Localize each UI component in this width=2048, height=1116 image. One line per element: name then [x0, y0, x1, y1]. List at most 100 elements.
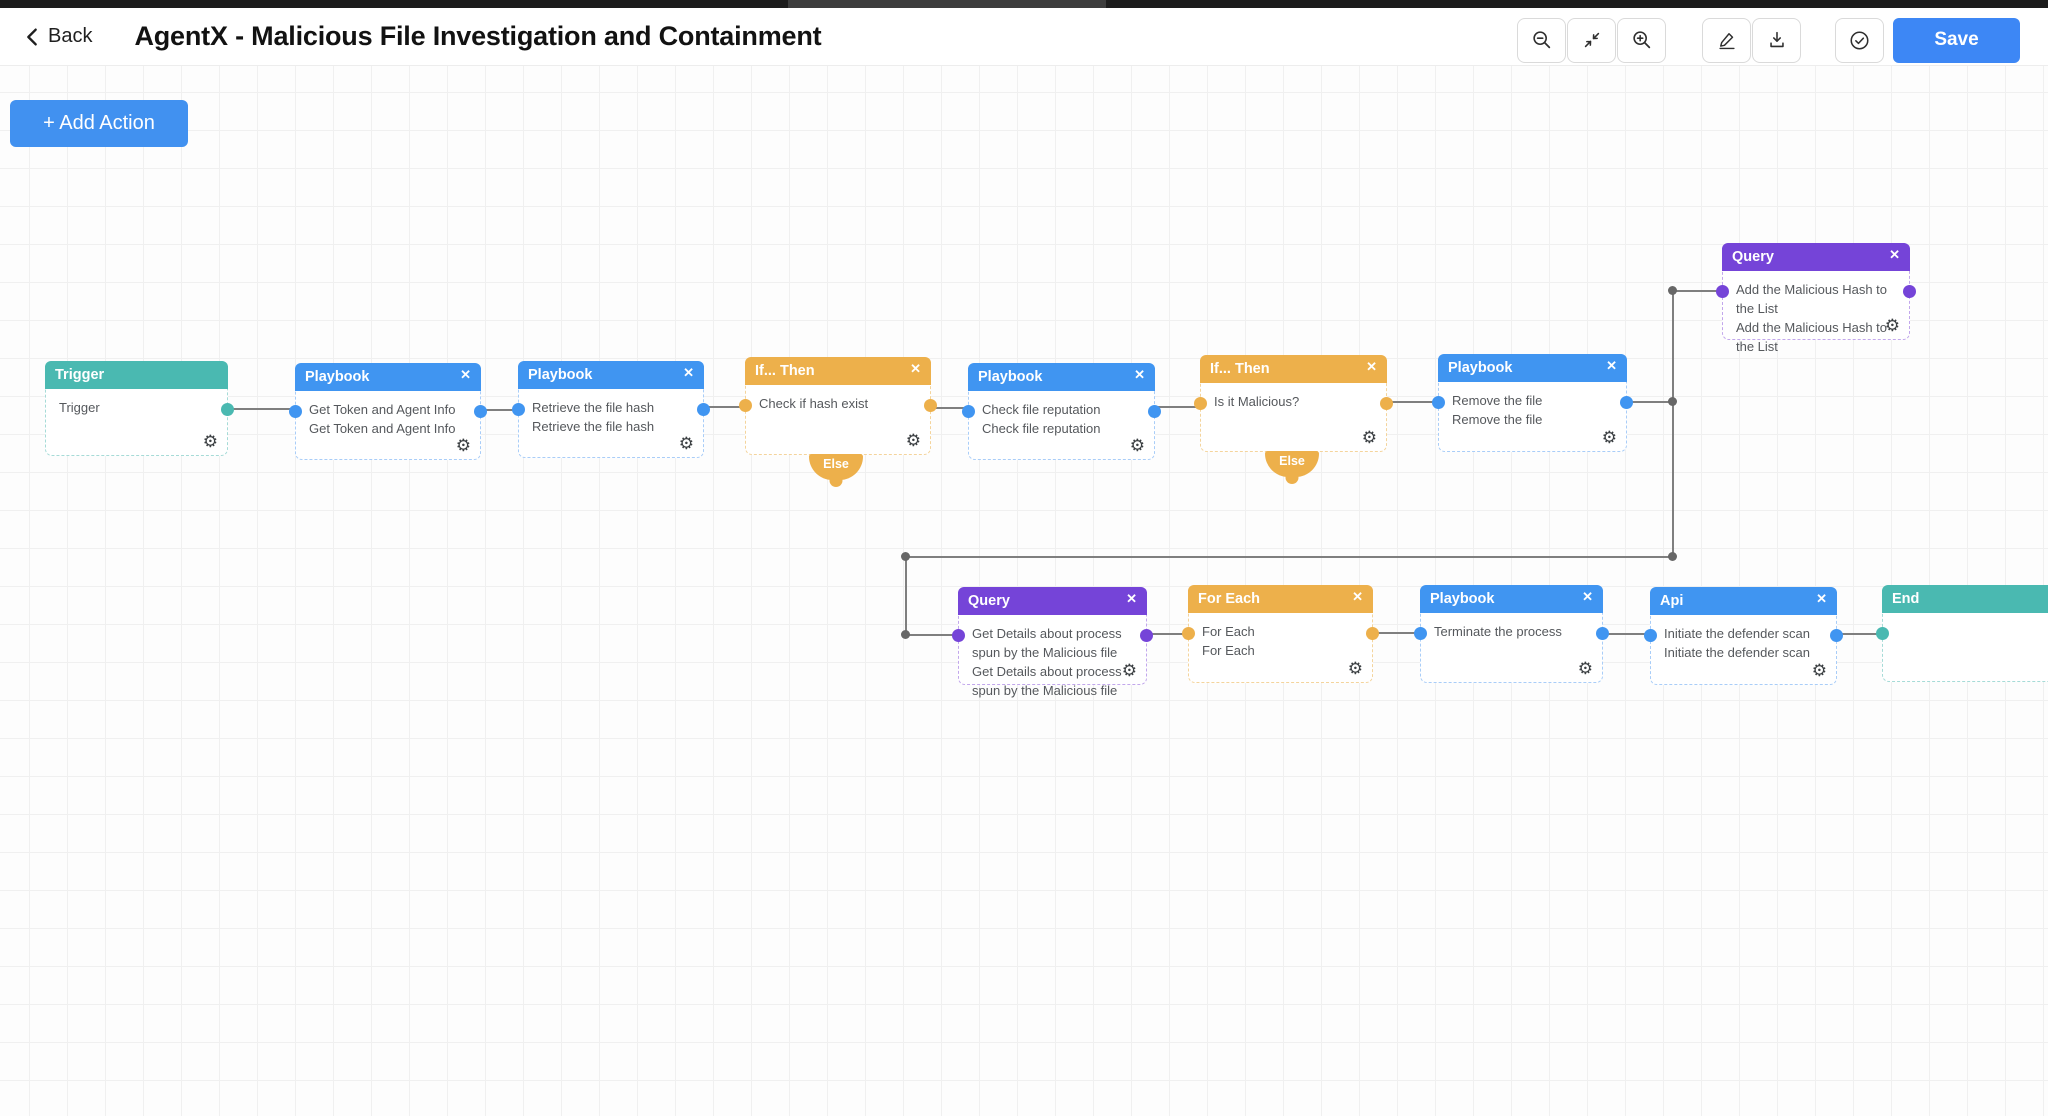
node-action-label: For Each — [1202, 642, 1359, 661]
node-header: For Each✕ — [1188, 585, 1373, 613]
output-port[interactable] — [474, 405, 487, 418]
output-port[interactable] — [1596, 627, 1609, 640]
gear-icon[interactable]: ⚙ — [906, 433, 921, 450]
node-action-label: Check if hash exist — [759, 395, 917, 414]
gear-icon[interactable]: ⚙ — [203, 434, 218, 451]
node-ifthen-is-malicious[interactable]: If... Then✕Is it Malicious?⚙Else — [1200, 355, 1387, 452]
node-foreach[interactable]: For Each✕For EachFor Each⚙ — [1188, 585, 1373, 683]
zoom-out-icon — [1531, 29, 1553, 51]
else-branch-badge[interactable]: Else — [1265, 451, 1319, 477]
node-action-label: Add the Malicious Hash to the List — [1736, 281, 1896, 319]
output-port[interactable] — [1366, 627, 1379, 640]
close-icon[interactable]: ✕ — [1134, 368, 1145, 381]
node-playbook-retrieve-hash[interactable]: Playbook✕Retrieve the file hashRetrieve … — [518, 361, 704, 458]
close-icon[interactable]: ✕ — [1366, 360, 1377, 373]
node-action-label: Get Details about process spun by the Ma… — [972, 663, 1133, 701]
gear-icon[interactable]: ⚙ — [1578, 661, 1593, 678]
node-playbook-terminate[interactable]: Playbook✕Terminate the process⚙ — [1420, 585, 1603, 683]
input-port[interactable] — [962, 405, 975, 418]
zoom-in-button[interactable] — [1617, 18, 1666, 63]
node-trigger[interactable]: TriggerTrigger⚙ — [45, 361, 228, 456]
close-icon[interactable]: ✕ — [1582, 590, 1593, 603]
node-end[interactable]: End — [1882, 585, 2048, 682]
output-port[interactable] — [1380, 397, 1393, 410]
input-port[interactable] — [289, 405, 302, 418]
gear-icon[interactable]: ⚙ — [679, 436, 694, 453]
node-playbook-get-token[interactable]: Playbook ✕ Get Token and Agent InfoGet Tok… — [295, 363, 481, 460]
connector-line — [1627, 401, 1672, 403]
close-icon[interactable]: ✕ — [683, 366, 694, 379]
output-port[interactable] — [1830, 629, 1843, 642]
check-circle-icon — [1848, 29, 1871, 52]
node-action-label: For Each — [1202, 623, 1359, 642]
input-port[interactable] — [739, 399, 752, 412]
input-port[interactable] — [1182, 627, 1195, 640]
node-query-get-details[interactable]: Query✕ Get Details about process spun by … — [958, 587, 1147, 685]
node-playbook-remove-file[interactable]: Playbook✕Remove the fileRemove the file⚙ — [1438, 354, 1627, 452]
editor-header: Back AgentX - Malicious File Investigati… — [0, 8, 2048, 66]
gear-icon[interactable]: ⚙ — [1602, 430, 1617, 447]
input-port[interactable] — [1414, 627, 1427, 640]
output-port[interactable] — [697, 403, 710, 416]
gear-icon[interactable]: ⚙ — [1362, 430, 1377, 447]
gear-icon[interactable]: ⚙ — [1348, 661, 1363, 678]
node-action-label: Get Details about process spun by the Ma… — [972, 625, 1133, 663]
node-type-label: Playbook — [305, 369, 369, 385]
export-button[interactable] — [1752, 18, 1801, 63]
close-icon[interactable]: ✕ — [1126, 592, 1137, 605]
connector-line — [1672, 290, 1722, 292]
output-port[interactable] — [924, 399, 937, 412]
close-icon[interactable]: ✕ — [1816, 592, 1827, 605]
node-action-label: Check file reputation — [982, 420, 1141, 439]
node-type-label: Query — [1732, 249, 1774, 265]
input-port[interactable] — [1194, 397, 1207, 410]
close-icon[interactable]: ✕ — [1606, 359, 1617, 372]
node-api-defender[interactable]: Api✕Initiate the defender scanInitiate t… — [1650, 587, 1837, 685]
input-port[interactable] — [1716, 285, 1729, 298]
gear-icon[interactable]: ⚙ — [456, 438, 471, 455]
close-icon[interactable]: ✕ — [460, 368, 471, 381]
node-type-label: If... Then — [1210, 361, 1270, 377]
edit-pencil-icon — [1716, 29, 1738, 51]
output-port[interactable] — [1903, 285, 1916, 298]
node-header: Trigger — [45, 361, 228, 389]
input-port[interactable] — [1876, 627, 1889, 640]
node-header: Query✕ — [958, 587, 1147, 615]
download-icon — [1766, 29, 1788, 51]
node-header: If... Then✕ — [745, 357, 931, 385]
add-action-button[interactable]: + Add Action — [10, 100, 188, 147]
else-branch-badge[interactable]: Else — [809, 454, 863, 480]
input-port[interactable] — [1432, 396, 1445, 409]
save-button[interactable]: Save — [1893, 18, 2020, 63]
input-port[interactable] — [512, 403, 525, 416]
gear-icon[interactable]: ⚙ — [1885, 318, 1900, 335]
rename-button[interactable] — [1702, 18, 1751, 63]
close-icon[interactable]: ✕ — [1352, 590, 1363, 603]
zoom-out-button[interactable] — [1517, 18, 1566, 63]
output-port[interactable] — [1620, 396, 1633, 409]
node-body: Trigger⚙ — [46, 389, 227, 456]
canvas[interactable]: + Add Action TriggerTrigger⚙ Playbook ✕ Get… — [0, 66, 2048, 1116]
node-header: Api✕ — [1650, 587, 1837, 615]
close-icon[interactable]: ✕ — [910, 362, 921, 375]
input-port[interactable] — [952, 629, 965, 642]
back-button[interactable]: Back — [22, 25, 92, 48]
node-playbook-check-reputation[interactable]: Playbook✕Check file reputationCheck file… — [968, 363, 1155, 460]
close-icon[interactable]: ✕ — [1889, 248, 1900, 261]
node-action-label: Remove the file — [1452, 411, 1613, 430]
input-port[interactable] — [1644, 629, 1657, 642]
gear-icon[interactable]: ⚙ — [1130, 438, 1145, 455]
output-port[interactable] — [221, 403, 234, 416]
fit-screen-button[interactable] — [1567, 18, 1616, 63]
node-body: Get Token and Agent InfoGet Token and Ag… — [296, 391, 480, 460]
node-ifthen-check-hash[interactable]: If... Then✕Check if hash exist⚙Else — [745, 357, 931, 455]
gear-icon[interactable]: ⚙ — [1812, 663, 1827, 680]
else-badge-nub — [1286, 471, 1299, 484]
page-title: AgentX - Malicious File Investigation an… — [134, 21, 821, 52]
node-body: Check if hash exist ⚙ — [746, 385, 930, 455]
gear-icon[interactable]: ⚙ — [1122, 663, 1137, 680]
output-port[interactable] — [1140, 629, 1153, 642]
output-port[interactable] — [1148, 405, 1161, 418]
node-query-add-hash[interactable]: Query ✕ Add the Malicious Hash to the List… — [1722, 243, 1910, 340]
validate-button[interactable] — [1835, 18, 1884, 63]
